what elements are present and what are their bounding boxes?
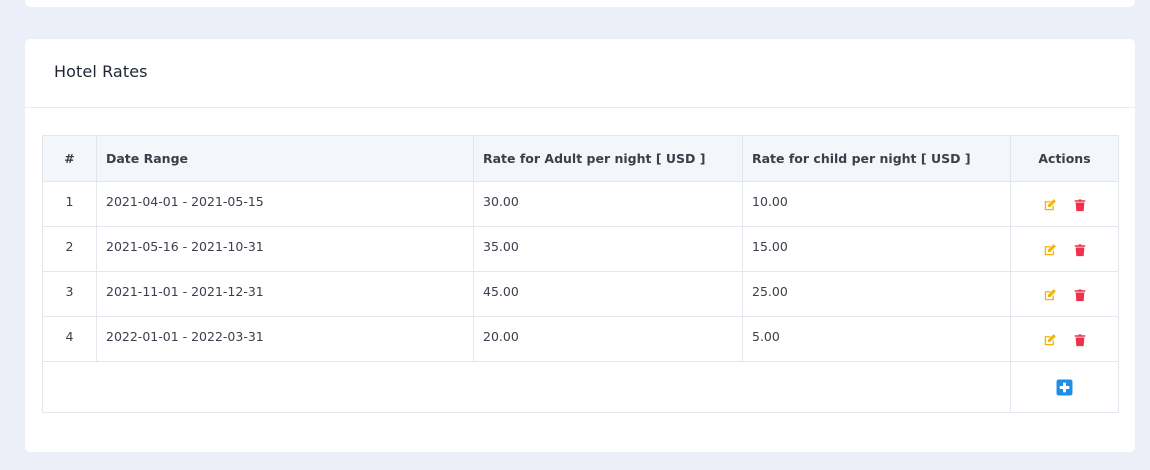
edit-icon[interactable] [1043, 198, 1057, 212]
table-row: 4 2022-01-01 - 2022-03-31 20.00 5.00 [42, 316, 1119, 362]
row-actions [1010, 181, 1119, 227]
table-row: 3 2021-11-01 - 2021-12-31 45.00 25.00 [42, 271, 1119, 317]
row-actions [1010, 271, 1119, 317]
previous-card [25, 0, 1135, 7]
row-adult-rate: 20.00 [473, 316, 743, 362]
add-row [42, 361, 1119, 413]
trash-icon[interactable] [1073, 333, 1087, 347]
trash-icon[interactable] [1073, 243, 1087, 257]
table-row: 1 2021-04-01 - 2021-05-15 30.00 10.00 [42, 181, 1119, 227]
row-adult-rate: 30.00 [473, 181, 743, 227]
edit-icon[interactable] [1043, 243, 1057, 257]
column-header-child-rate: Rate for child per night [ USD ] [742, 135, 1011, 182]
add-rate-button[interactable] [1056, 379, 1073, 396]
row-number: 4 [42, 316, 97, 362]
column-header-number: # [42, 135, 97, 182]
table-header: # Date Range Rate for Adult per night [ … [42, 135, 1119, 182]
row-actions [1010, 226, 1119, 272]
row-date-range: 2022-01-01 - 2022-03-31 [96, 316, 474, 362]
table-header-row: # Date Range Rate for Adult per night [ … [42, 135, 1119, 182]
row-child-rate: 25.00 [742, 271, 1011, 317]
column-header-actions: Actions [1010, 135, 1119, 182]
hotel-rates-table: # Date Range Rate for Adult per night [ … [42, 135, 1119, 413]
add-row-spacer [42, 361, 1011, 413]
row-child-rate: 10.00 [742, 181, 1011, 227]
row-child-rate: 5.00 [742, 316, 1011, 362]
add-row-actions [1010, 361, 1119, 413]
hotel-rates-table-wrapper: # Date Range Rate for Adult per night [ … [42, 135, 1119, 413]
edit-icon[interactable] [1043, 288, 1057, 302]
column-header-date-range: Date Range [96, 135, 474, 182]
column-header-adult-rate: Rate for Adult per night [ USD ] [473, 135, 743, 182]
hotel-rates-card: Hotel Rates # Date Range Rate for Adult … [25, 39, 1135, 452]
row-number: 2 [42, 226, 97, 272]
table-body: 1 2021-04-01 - 2021-05-15 30.00 10.00 2 … [42, 181, 1119, 413]
row-actions [1010, 316, 1119, 362]
row-number: 1 [42, 181, 97, 227]
trash-icon[interactable] [1073, 288, 1087, 302]
edit-icon[interactable] [1043, 333, 1057, 347]
row-date-range: 2021-05-16 - 2021-10-31 [96, 226, 474, 272]
card-header: Hotel Rates [25, 39, 1135, 108]
table-row: 2 2021-05-16 - 2021-10-31 35.00 15.00 [42, 226, 1119, 272]
row-date-range: 2021-11-01 - 2021-12-31 [96, 271, 474, 317]
row-date-range: 2021-04-01 - 2021-05-15 [96, 181, 474, 227]
row-number: 3 [42, 271, 97, 317]
row-adult-rate: 35.00 [473, 226, 743, 272]
card-title: Hotel Rates [54, 62, 148, 81]
row-adult-rate: 45.00 [473, 271, 743, 317]
row-child-rate: 15.00 [742, 226, 1011, 272]
trash-icon[interactable] [1073, 198, 1087, 212]
